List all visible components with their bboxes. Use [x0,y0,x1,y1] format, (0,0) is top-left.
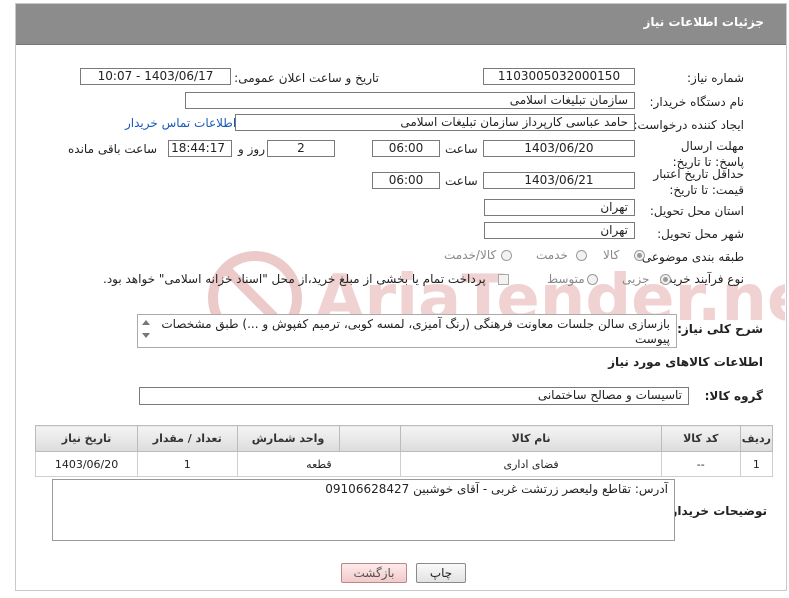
process-label: نوع فرآیند خرید : [659,272,744,286]
col-need-date: تاریخ نیاز [34,425,139,452]
process-radio-medium[interactable] [587,274,598,285]
buyer-org-field: سازمان تبلیغات اسلامی [185,92,635,109]
page: جزئیات اطلاعات نیاز AriaTender.net شماره… [0,0,789,598]
deadline-time-field: 06:00 [372,140,440,157]
need-number-field: 1103005032000150 [483,68,635,85]
buyer-notes-field[interactable]: آدرس: تقاطع ولیعصر زرتشت غربی - آقای خوش… [52,479,675,541]
process-medium-label: متوسط [547,272,585,286]
col-quantity: تعداد / مقدار [137,425,238,452]
cell-need-date: 1403/06/20 [34,451,139,477]
goods-info-title: اطلاعات کالاهای مورد نیاز [608,355,763,369]
days-label: روز و [238,142,265,156]
col-goods-name: نام کالا [400,425,662,452]
description-field[interactable]: بازسازی سالن جلسات معاونت فرهنگی (رنگ آم… [137,314,677,348]
remaining-time-field: 18:44:17 [168,140,232,157]
category-radio-both[interactable] [501,250,512,261]
category-both-label: کالا/خدمت [444,248,497,262]
page-title: جزئیات اطلاعات نیاز [643,15,764,29]
cell-quantity: 1 [137,451,238,477]
validity-time-field: 06:00 [372,172,440,189]
buyer-org-label: نام دستگاه خریدار: [649,95,745,109]
payment-note: پرداخت تمام یا بخشی از مبلغ خرید،از محل … [103,272,486,286]
col-goods-code: کد کالا [660,425,741,452]
table-header-row: تاریخ نیاز تعداد / مقدار واحد شمارش نام … [34,425,774,452]
cell-goods-code: -- [660,451,741,477]
need-number-label: شماره نیاز: [687,71,744,85]
payment-checkbox[interactable] [498,274,509,285]
city-field: تهران [484,222,635,239]
deadline-date-field: 1403/06/20 [483,140,635,157]
scroll-arrows-icon[interactable] [140,316,152,342]
title-bar: جزئیات اطلاعات نیاز [16,4,786,45]
process-radio-minor[interactable] [660,274,671,285]
deadline-time-label: ساعت [445,142,478,156]
validity-date-field: 1403/06/21 [483,172,635,189]
goods-group-label: گروه کالا: [704,389,763,403]
province-field: تهران [484,199,635,216]
buyer-notes-label: توضیحات خریدار: [665,504,767,518]
col-unit: واحد شمارش [236,425,340,452]
announce-field: 1403/06/17 - 10:07 [80,68,231,85]
goods-group-field: تاسیسات و مصالح ساختمانی [139,387,689,405]
city-label: شهر محل تحویل: [657,227,744,241]
validity-time-label: ساعت [445,174,478,188]
cell-unit: قطعه [236,451,402,477]
category-label: طبقه بندی موضوعی: [637,250,744,264]
category-service-label: خدمت [536,248,568,262]
province-label: استان محل تحویل: [649,204,744,218]
goods-table: تاریخ نیاز تعداد / مقدار واحد شمارش نام … [34,425,774,477]
cell-goods-name: فضای اداری [400,451,662,477]
print-button[interactable]: چاپ [416,563,466,583]
col-unit-2 [338,425,402,452]
contact-info-link[interactable]: اطلاعات تماس خریدار [125,116,236,130]
process-minor-label: جزیی [622,272,650,286]
description-label: شرح کلی نیاز: [677,322,763,336]
category-radio-service[interactable] [576,250,587,261]
announce-label: تاریخ و ساعت اعلان عمومی: [234,71,379,85]
remaining-label: ساعت باقی مانده [68,142,158,156]
category-radio-goods[interactable] [634,250,645,261]
col-row: ردیف [739,425,774,452]
days-field: 2 [267,140,335,157]
category-goods-label: کالا [603,248,620,262]
requester-label: ایجاد کننده درخواست: [633,118,744,132]
table-row[interactable]: 1403/06/20 1 قطعه فضای اداری -- 1 [34,451,774,477]
requester-field: حامد عباسی کارپرداز سازمان تبلیغات اسلام… [235,114,635,131]
cell-row: 1 [739,451,774,477]
back-button[interactable]: بازگشت [341,563,407,583]
validity-label: حداقل تاریخ اعتبار قیمت: تا تاریخ: [653,167,744,197]
